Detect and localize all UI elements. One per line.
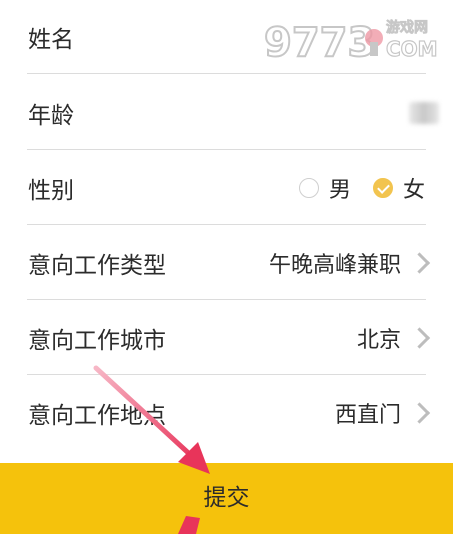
job-type-label: 意向工作类型 — [28, 253, 166, 279]
job-type-value: 午晚高峰兼职 — [268, 253, 401, 278]
gender-option-female-label: 女 — [402, 178, 425, 203]
job-application-form: 姓名 9773 游戏网 COM 年龄 性别 男 女 意向工作类型 午晚高峰兼职 … — [0, 0, 453, 451]
row-divider — [27, 299, 426, 300]
job-city-row[interactable]: 意向工作城市 北京 — [0, 301, 453, 375]
watermark-domain-text: COM — [386, 37, 438, 61]
gender-row: 性别 男 女 — [0, 151, 453, 225]
gender-option-male-label: 男 — [328, 178, 351, 203]
age-row[interactable]: 年龄 — [0, 76, 453, 150]
row-divider — [27, 73, 426, 74]
job-location-label: 意向工作地点 — [28, 403, 166, 429]
gender-option-female[interactable]: 女 — [372, 172, 425, 204]
submit-button-label: 提交 — [203, 485, 250, 511]
submit-button[interactable]: 提交 — [0, 463, 453, 534]
site-watermark-logo: 9773 游戏网 COM — [263, 19, 438, 67]
job-location-value: 西直门 — [334, 403, 401, 428]
name-label: 姓名 — [28, 27, 74, 53]
row-divider — [27, 224, 426, 225]
watermark-joystick-stick — [370, 42, 378, 56]
job-city-label: 意向工作城市 — [28, 328, 166, 354]
gender-radio-group: 男 女 — [277, 172, 425, 204]
chevron-right-icon — [408, 402, 431, 424]
job-location-row[interactable]: 意向工作地点 西直门 — [0, 376, 453, 450]
job-type-row[interactable]: 意向工作类型 午晚高峰兼职 — [0, 226, 453, 300]
watermark-brand-text: 9773 — [264, 20, 375, 66]
job-city-value: 北京 — [356, 328, 401, 353]
chevron-right-icon — [408, 252, 431, 274]
age-label: 年龄 — [28, 103, 74, 129]
gender-option-male[interactable]: 男 — [298, 172, 351, 204]
watermark-site-text: 游戏网 — [386, 19, 428, 36]
chevron-right-icon — [408, 327, 431, 349]
row-divider — [27, 374, 426, 375]
radio-checked-icon[interactable] — [372, 178, 393, 198]
radio-unchecked-icon[interactable] — [298, 178, 319, 198]
gender-label: 性别 — [28, 178, 74, 204]
age-value-blurred — [409, 102, 439, 124]
section-gap — [0, 451, 453, 463]
row-divider — [27, 149, 426, 150]
